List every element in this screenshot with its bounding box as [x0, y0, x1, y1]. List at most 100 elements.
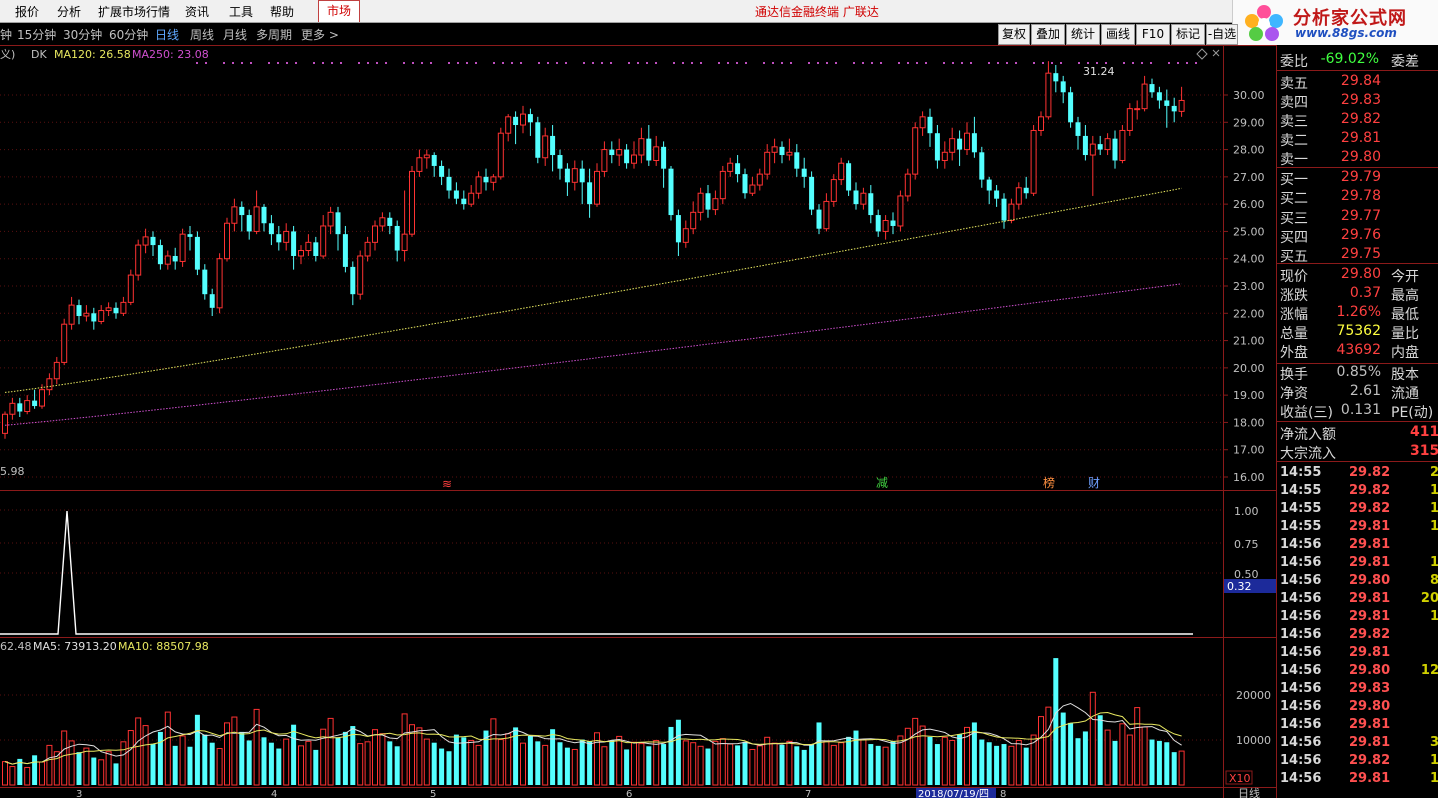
price-axis-label: 20.00	[1233, 362, 1265, 375]
candle-body	[823, 200, 830, 230]
candle-body	[897, 195, 904, 227]
watchlist-button[interactable]: -自选	[1206, 24, 1238, 45]
stock-chart[interactable]: 30.00 29.00 28.00 27.00 26.00 25.00 24.00 23.00…	[0, 45, 1276, 798]
candle-body	[2, 413, 8, 434]
candle-body	[571, 168, 578, 183]
signal-dot	[925, 62, 927, 64]
volume-bar	[638, 743, 645, 786]
period-weekly[interactable]: 周线	[190, 26, 214, 43]
candle-body	[1045, 72, 1052, 118]
market-tab[interactable]: 市场	[318, 0, 360, 22]
period-30min[interactable]: 30分钟	[63, 26, 102, 43]
f10-button[interactable]: F10	[1136, 24, 1170, 45]
menu-item-quotes[interactable]: 报价	[15, 3, 39, 20]
tick-time: 14:56	[1280, 735, 1322, 750]
period-daily[interactable]: 日线	[155, 26, 179, 43]
quote-stat-row: 现价 29.80 今开	[1277, 266, 1438, 285]
candle-body	[291, 231, 297, 256]
volume-bar	[882, 746, 889, 786]
period-more[interactable]: 更多 >	[301, 26, 339, 43]
quote-stat-value: 0.37	[1349, 285, 1381, 301]
ask-level-value: 29.83	[1340, 92, 1381, 108]
event-mark-reduce[interactable]: 减	[876, 476, 888, 490]
volume-bar	[505, 733, 512, 786]
event-mark-wave[interactable]: ≋	[442, 477, 452, 491]
fundamental-stat-row: 净资 2.61 流通	[1277, 383, 1438, 402]
signal-dot	[421, 62, 423, 64]
tick-price: 29.80	[1349, 663, 1391, 678]
signal-dot	[646, 62, 648, 64]
signal-dot	[673, 62, 675, 64]
ask-level-label: 卖五	[1280, 76, 1308, 92]
volume-bar	[150, 744, 156, 785]
volume-bar	[416, 727, 423, 786]
period-15min[interactable]: 15分钟	[17, 26, 56, 43]
volume-bar	[157, 731, 163, 785]
volume-bar	[986, 742, 992, 785]
tick-volume: 1	[1430, 483, 1438, 498]
candle-body	[439, 165, 445, 177]
volume-bar	[1060, 712, 1066, 785]
menu-item-analysis[interactable]: 分析	[57, 3, 81, 20]
bid-level-value: 29.76	[1340, 226, 1381, 243]
signal-dot	[691, 62, 693, 64]
fuquan-button[interactable]: 复权	[998, 24, 1030, 45]
candle-body	[423, 154, 430, 159]
chart-option-icon[interactable]	[1196, 48, 1208, 60]
volume-bar	[587, 741, 593, 785]
volume-bar	[461, 737, 467, 785]
bid-level-row: 买一 29.79	[1277, 169, 1438, 188]
volume-bar	[564, 747, 570, 785]
candle-body	[697, 192, 704, 213]
month-label-4: 4	[271, 789, 277, 798]
volume-bar	[497, 739, 504, 786]
signal-dot	[988, 62, 990, 64]
candle-body	[1015, 187, 1022, 205]
fund-flow-label: 净流入额	[1280, 427, 1336, 443]
volume-bar	[32, 755, 38, 785]
tick-row: 14:56 29.80 12	[1277, 663, 1438, 681]
signal-dot	[430, 62, 432, 64]
draw-line-button[interactable]: 画线	[1101, 24, 1135, 45]
tick-price: 29.81	[1349, 609, 1391, 624]
candle-body	[890, 220, 896, 226]
tick-price: 29.81	[1349, 717, 1391, 732]
period-multi[interactable]: 多周期	[256, 26, 292, 43]
volume-bar	[624, 749, 630, 785]
period-60min[interactable]: 60分钟	[109, 26, 148, 43]
volume-bar	[1015, 739, 1022, 786]
mark-button[interactable]: 标记	[1171, 24, 1205, 45]
menu-item-news[interactable]: 资讯	[185, 3, 209, 20]
volume-bar	[291, 724, 297, 785]
statistics-button[interactable]: 统计	[1066, 24, 1100, 45]
menu-item-help[interactable]: 帮助	[270, 3, 294, 20]
signal-dot	[196, 62, 198, 64]
period-minute[interactable]: 钟	[0, 26, 12, 43]
candle-body	[986, 179, 992, 191]
volume-bar	[816, 722, 822, 785]
candle-body	[735, 163, 741, 175]
overlay-button[interactable]: 叠加	[1031, 24, 1065, 45]
tick-time: 14:56	[1280, 555, 1322, 570]
price-axis-label: 17.00	[1233, 444, 1265, 457]
candle-body	[1008, 203, 1015, 222]
volume-bar	[2, 761, 8, 786]
chart-close-icon[interactable]	[1212, 49, 1220, 57]
volume-bar	[786, 740, 793, 786]
signal-dot	[502, 62, 504, 64]
tick-row: 14:56 29.81 3	[1277, 735, 1438, 753]
signal-dot	[565, 62, 567, 64]
candle-body	[1134, 108, 1141, 111]
signal-dot	[466, 62, 468, 64]
candle-body	[135, 244, 142, 276]
menu-item-extended-market[interactable]: 扩展市场行情	[98, 3, 170, 20]
signal-dot	[538, 62, 540, 64]
period-monthly[interactable]: 月线	[223, 26, 247, 43]
volume-bar	[239, 731, 245, 785]
event-mark-ranking[interactable]: 榜	[1043, 475, 1055, 490]
menu-item-tools[interactable]: 工具	[229, 3, 253, 20]
event-mark-finance[interactable]: 财	[1088, 476, 1100, 490]
signal-dot	[952, 62, 954, 64]
volume-bar	[372, 729, 378, 786]
candle-body	[327, 211, 334, 227]
